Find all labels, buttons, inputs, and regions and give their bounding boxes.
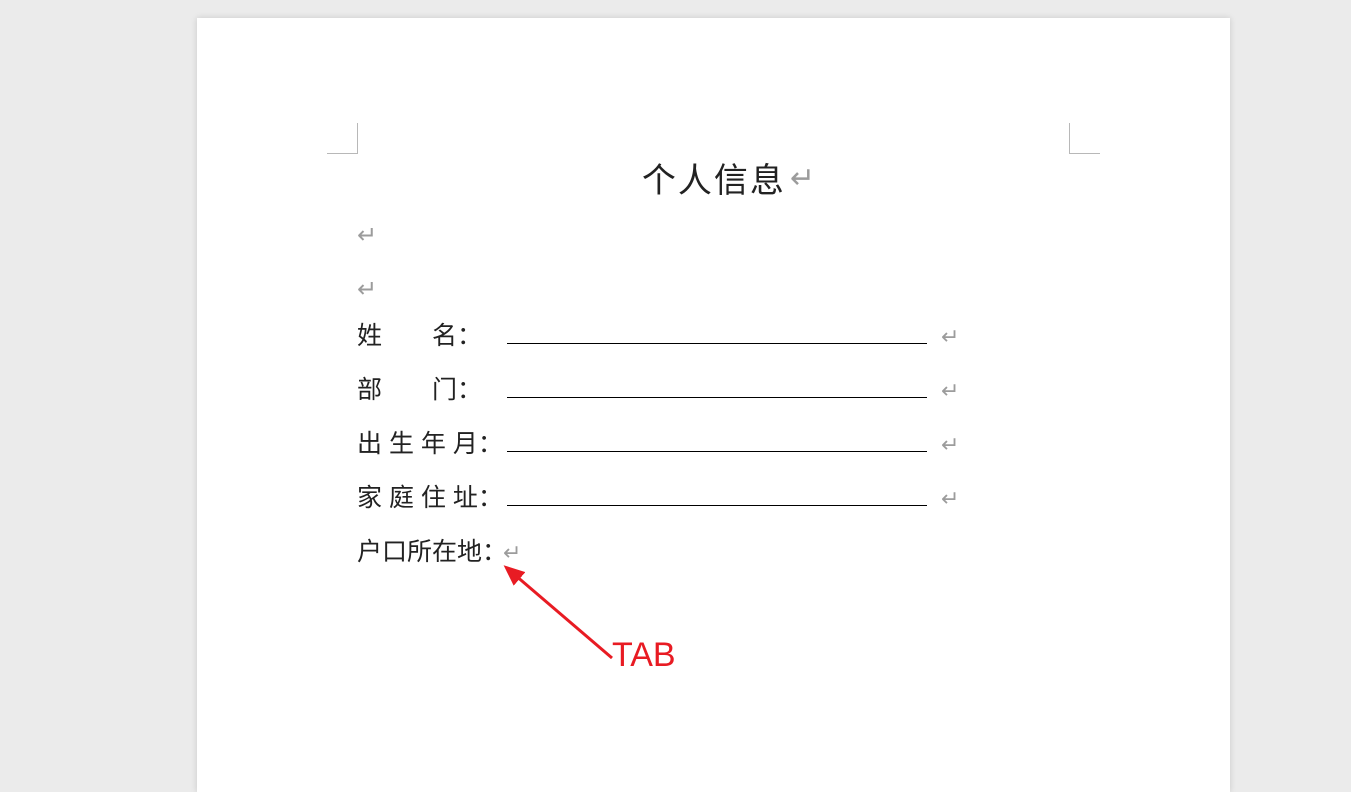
empty-paragraph: ↵ <box>357 262 1100 316</box>
paragraph-mark-icon: ↵ <box>941 486 959 512</box>
paragraph-mark-icon: ↵ <box>357 275 377 304</box>
field-underline <box>507 375 927 398</box>
margin-corner-top-right <box>1069 123 1100 154</box>
document-content: 个人信息↵ ↵ ↵ 姓 名： ↵ 部 门： ↵ 出 生 年 月： ↵ 家 庭 住… <box>357 153 1100 586</box>
form-row-hukou: 户口所在地： ↵ <box>357 532 1100 586</box>
field-underline <box>507 483 927 506</box>
paragraph-mark-icon: ↵ <box>941 432 959 458</box>
field-underline <box>507 429 927 452</box>
paragraph-mark-icon: ↵ <box>941 378 959 404</box>
form-row-name: 姓 名： ↵ <box>357 316 1100 370</box>
field-underline <box>507 321 927 344</box>
annotation-label: TAB <box>612 636 676 675</box>
empty-paragraph: ↵ <box>357 208 1100 262</box>
field-label: 部 门： <box>357 370 497 406</box>
field-label: 户口所在地： <box>357 532 497 568</box>
field-label: 出 生 年 月： <box>357 424 497 460</box>
form-row-address: 家 庭 住 址： ↵ <box>357 478 1100 532</box>
paragraph-mark-icon: ↵ <box>503 540 521 566</box>
document-page: 个人信息↵ ↵ ↵ 姓 名： ↵ 部 门： ↵ 出 生 年 月： ↵ 家 庭 住… <box>197 18 1230 792</box>
form-row-department: 部 门： ↵ <box>357 370 1100 424</box>
field-label: 姓 名： <box>357 316 497 352</box>
paragraph-mark-icon: ↵ <box>790 162 815 195</box>
title-line: 个人信息↵ <box>357 153 1100 202</box>
paragraph-mark-icon: ↵ <box>941 324 959 350</box>
document-title: 个人信息 <box>642 162 786 200</box>
paragraph-mark-icon: ↵ <box>357 221 377 250</box>
margin-corner-top-left <box>327 123 358 154</box>
field-label: 家 庭 住 址： <box>357 478 497 514</box>
form-row-birthdate: 出 生 年 月： ↵ <box>357 424 1100 478</box>
